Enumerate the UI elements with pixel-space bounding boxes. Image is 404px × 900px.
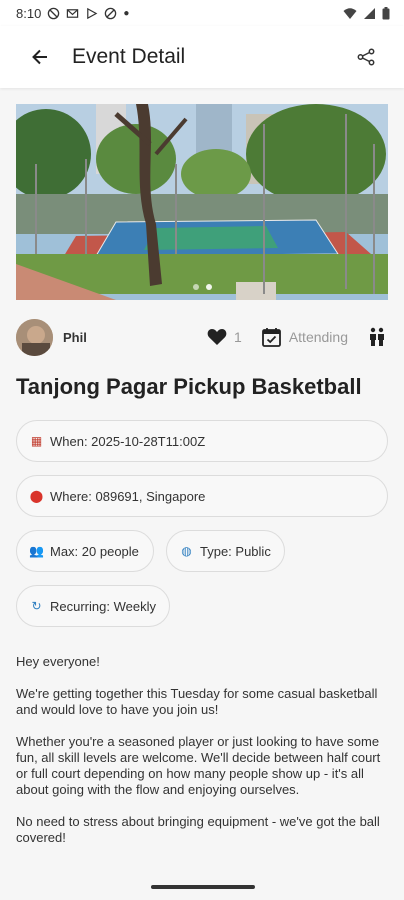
mail-icon bbox=[67, 8, 79, 18]
event-description: Hey everyone! We're getting together thi… bbox=[16, 654, 388, 862]
globe-emoji-icon: ◍ bbox=[181, 544, 192, 558]
avatar[interactable] bbox=[16, 318, 53, 356]
gesture-nav-handle[interactable] bbox=[151, 885, 255, 889]
attending-label: Attending bbox=[288, 329, 348, 345]
where-chip[interactable]: ⬤ Where: 089691, Singapore bbox=[16, 475, 388, 517]
when-text: When: 2025-10-28T11:00Z bbox=[50, 433, 206, 449]
arrow-left-icon bbox=[32, 49, 47, 65]
more-notifications-dot-icon: ● bbox=[123, 7, 130, 19]
when-chip: ▦ When: 2025-10-28T11:00Z bbox=[16, 420, 388, 462]
carousel-dot-active[interactable] bbox=[205, 284, 212, 290]
do-not-disturb-icon bbox=[48, 7, 60, 19]
attendees-button[interactable] bbox=[366, 326, 388, 348]
calendar-emoji-icon: ▦ bbox=[30, 434, 43, 448]
pin-emoji-icon: ⬤ bbox=[29, 489, 44, 503]
description-paragraph: Whether you're a seasoned player or just… bbox=[16, 734, 381, 797]
app-bar: Event Detail bbox=[0, 26, 404, 88]
where-text: Where: 089691, Singapore bbox=[50, 488, 206, 504]
description-paragraph: Hey everyone! bbox=[16, 654, 100, 669]
status-time: 8:10 bbox=[16, 5, 42, 21]
heart-icon bbox=[207, 329, 227, 345]
back-button[interactable] bbox=[28, 45, 52, 69]
author-row: Phil 1 Attending bbox=[16, 318, 388, 356]
event-image-carousel[interactable] bbox=[16, 104, 388, 300]
recurring-text: Recurring: Weekly bbox=[50, 598, 156, 614]
author-name[interactable]: Phil bbox=[63, 330, 207, 345]
wifi-icon bbox=[343, 7, 357, 19]
event-title: Tanjong Pagar Pickup Basketball bbox=[16, 374, 362, 399]
like-count: 1 bbox=[234, 329, 242, 345]
attending-button[interactable]: Attending bbox=[261, 327, 348, 347]
calendar-check-icon bbox=[261, 328, 281, 347]
blocked-icon bbox=[105, 7, 117, 19]
like-button[interactable]: 1 bbox=[207, 328, 242, 346]
status-bar: 8:10 ● bbox=[0, 0, 404, 26]
signal-icon bbox=[364, 7, 375, 19]
carousel-dot[interactable] bbox=[192, 284, 199, 290]
page-title: Event Detail bbox=[72, 45, 186, 68]
basketball-court-photo bbox=[16, 104, 388, 300]
share-icon bbox=[357, 48, 375, 66]
max-text: Max: 20 people bbox=[50, 543, 139, 559]
description-paragraph: We're getting together this Tuesday for … bbox=[16, 686, 378, 717]
play-store-icon bbox=[87, 7, 98, 19]
type-chip: ◍ Type: Public bbox=[166, 530, 285, 572]
people-icon bbox=[370, 327, 384, 346]
max-chip: 👥 Max: 20 people bbox=[16, 530, 154, 572]
recurring-chip: ↻ Recurring: Weekly bbox=[16, 585, 170, 627]
battery-icon bbox=[382, 6, 390, 19]
repeat-emoji-icon: ↻ bbox=[31, 599, 42, 613]
people-emoji-icon: 👥 bbox=[29, 544, 44, 558]
carousel-indicator bbox=[16, 284, 388, 290]
type-text: Type: Public bbox=[200, 543, 271, 559]
description-paragraph: No need to stress about bringing equipme… bbox=[16, 814, 380, 845]
share-button[interactable] bbox=[354, 45, 378, 69]
